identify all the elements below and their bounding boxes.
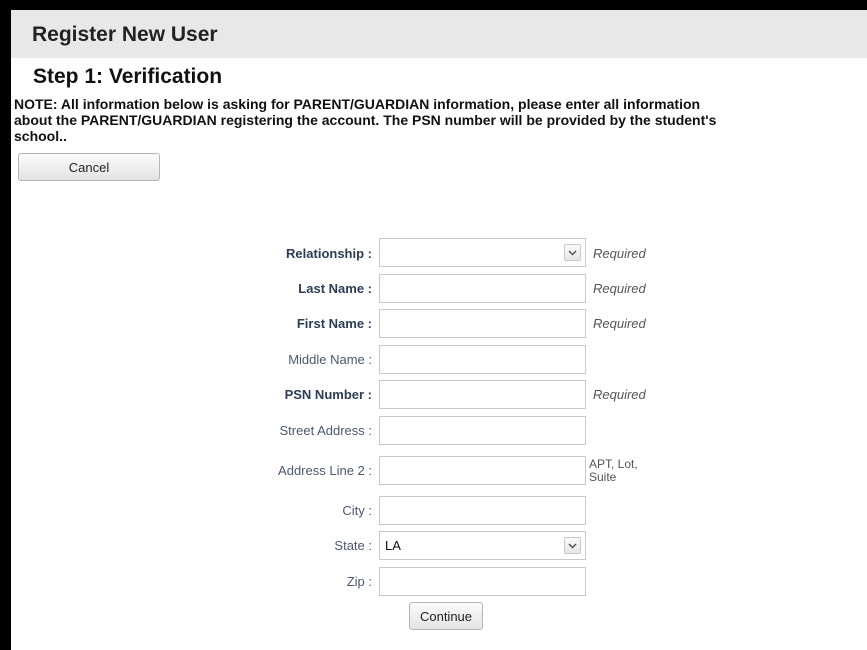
zip-input[interactable] [379, 567, 586, 596]
continue-button[interactable]: Continue [409, 602, 483, 630]
address-line-2-label: Address Line 2 : [278, 463, 372, 478]
middle-name-input[interactable] [379, 345, 586, 374]
address-line-2-input[interactable] [379, 456, 586, 485]
city-label: City : [342, 503, 372, 518]
first-name-label: First Name : [296, 316, 372, 331]
page-header: Register New User [11, 10, 867, 58]
state-value: LA [385, 538, 401, 553]
relationship-select[interactable] [379, 238, 586, 267]
state-select[interactable]: LA [379, 531, 586, 560]
last-name-input[interactable] [379, 274, 586, 303]
step-title: Step 1: Verification [33, 65, 223, 88]
street-address-label: Street Address : [279, 423, 373, 438]
page-title: Register New User [32, 23, 218, 46]
info-note: NOTE: All information below is asking fo… [14, 96, 717, 144]
last-name-label: Last Name : [298, 281, 372, 296]
first-name-required-hint: Required [593, 316, 646, 331]
relationship-label: Relationship : [286, 246, 372, 261]
cancel-button[interactable]: Cancel [18, 153, 160, 181]
state-label: State : [334, 538, 372, 553]
zip-label: Zip : [346, 574, 372, 589]
address-line-2-hint: APT, Lot, Suite [589, 457, 638, 484]
psn-number-required-hint: Required [593, 387, 646, 402]
psn-number-input[interactable] [379, 380, 586, 409]
chevron-down-icon[interactable] [564, 537, 581, 554]
window-frame-left [0, 0, 11, 650]
city-input[interactable] [379, 496, 586, 525]
first-name-input[interactable] [379, 309, 586, 338]
chevron-down-icon[interactable] [564, 244, 581, 261]
last-name-required-hint: Required [593, 281, 646, 296]
psn-number-label: PSN Number : [284, 387, 372, 402]
street-address-input[interactable] [379, 416, 586, 445]
window-frame-top [0, 0, 867, 10]
middle-name-label: Middle Name : [288, 352, 372, 367]
relationship-required-hint: Required [593, 246, 646, 261]
